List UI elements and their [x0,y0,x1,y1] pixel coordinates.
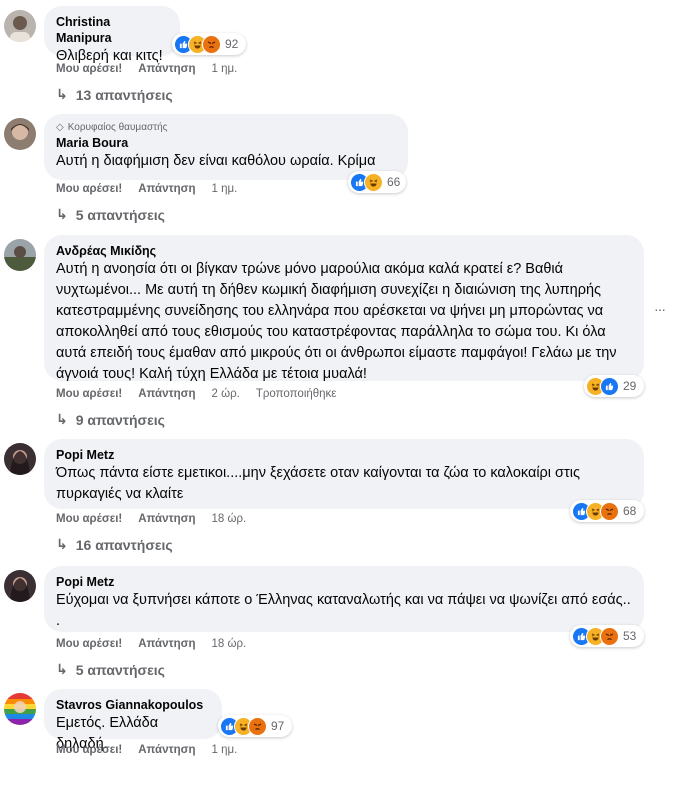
comment-bubble: Ανδρέας Μικίδης Αυτή η ανοησία ότι οι βί… [44,235,644,382]
comment-author[interactable]: Popi Metz [56,574,632,590]
like-button[interactable]: Μου αρέσει! [56,63,122,75]
replies-count: 5 απαντήσεις [75,661,165,678]
reaction-count: 68 [623,504,637,518]
reply-arrow-icon: ↳ [56,411,68,427]
avatar[interactable] [4,443,36,475]
comment-author[interactable]: Maria Boura [56,135,396,151]
reaction-count: 29 [623,379,637,393]
comment-author[interactable]: Stavros Giannakopoulos [56,697,210,713]
view-replies-link[interactable]: ↳ 9 απαντήσεις [56,411,165,428]
avatar[interactable] [4,693,36,725]
comment-actions: Μου αρέσει! Απάντηση 18 ώρ. [56,513,262,525]
reaction-count: 66 [387,175,401,189]
avatar[interactable] [4,118,36,150]
edited-label[interactable]: Τροποποιήθηκε [256,388,337,400]
top-fan-badge: ◇ Κορυφαίος θαυμαστής [56,122,396,133]
comment-author[interactable]: Christina Manipura [56,14,168,46]
comment-text: Αυτή η ανοησία ότι οι βίγκαν τρώνε μόνο … [56,261,617,382]
reply-arrow-icon: ↳ [56,661,68,677]
replies-count: 13 απαντήσεις [75,86,173,103]
replies-count: 16 απαντήσεις [75,536,173,553]
reaction-count: 97 [271,719,285,733]
reply-button[interactable]: Απάντηση [138,388,195,400]
timestamp[interactable]: 18 ώρ. [212,513,247,525]
like-button[interactable]: Μου αρέσει! [56,638,122,650]
reply-button[interactable]: Απάντηση [138,513,195,525]
comment-bubble: Popi Metz Εύχομαι να ξυπνήσει κάποτε ο Έ… [44,566,644,632]
angry-icon [202,34,221,54]
comment-actions: Μου αρέσει! Απάντηση 1 ημ. [56,63,253,75]
like-button[interactable]: Μου αρέσει! [56,388,122,400]
like-button[interactable]: Μου αρέσει! [56,744,122,756]
reply-button[interactable]: Απάντηση [138,638,195,650]
reply-arrow-icon: ↳ [56,206,68,222]
timestamp[interactable]: 2 ώρ. [212,388,240,400]
comment-bubble: Christina Manipura Θλιβερή και κιτς! [44,6,180,64]
reactions-summary[interactable]: 66 [348,171,406,193]
reactions-summary[interactable]: 97 [218,715,292,737]
comment-author[interactable]: Popi Metz [56,447,632,463]
comment-bubble: Stavros Giannakopoulos Εμετός. Ελλάδα δη… [44,689,222,752]
comment-text: Εύχομαι να ξυπνήσει κάποτε ο Έλληνας κατ… [56,592,631,629]
reply-arrow-icon: ↳ [56,86,68,102]
comment-actions: Μου αρέσει! Απάντηση 18 ώρ. [56,638,262,650]
comment-actions: Μου αρέσει! Απάντηση 2 ώρ. Τροποποιήθηκε [56,388,352,400]
reactions-summary[interactable]: 29 [584,375,644,397]
comment-actions: Μου αρέσει! Απάντηση 1 ημ. [56,744,253,756]
comment-text: Όπως πάντα είστε εμετικοι....μην ξεχάσετ… [56,465,580,502]
angry-icon [248,716,267,736]
comment-bubble: ◇ Κορυφαίος θαυμαστής Maria Boura Αυτή η… [44,114,408,180]
comment-author[interactable]: Ανδρέας Μικίδης [56,243,632,259]
view-replies-link[interactable]: ↳ 5 απαντήσεις [56,206,165,223]
diamond-icon: ◇ [56,122,64,133]
like-button[interactable]: Μου αρέσει! [56,513,122,525]
reply-button[interactable]: Απάντηση [138,183,195,195]
reactions-summary[interactable]: 53 [570,625,644,647]
reactions-summary[interactable]: 92 [172,33,246,55]
replies-count: 9 απαντήσεις [75,411,165,428]
view-replies-link[interactable]: ↳ 5 απαντήσεις [56,661,165,678]
reactions-summary[interactable]: 68 [570,500,644,522]
comment-actions: Μου αρέσει! Απάντηση 1 ημ. [56,183,253,195]
comment-text: Αυτή η διαφήμιση δεν είναι καθόλου ωραία… [56,153,376,169]
view-replies-link[interactable]: ↳ 16 απαντήσεις [56,536,173,553]
reaction-count: 92 [225,37,239,51]
reaction-count: 53 [623,629,637,643]
comment-bubble: Popi Metz Όπως πάντα είστε εμετικοι....μ… [44,439,644,509]
reply-button[interactable]: Απάντηση [138,744,195,756]
like-button[interactable]: Μου αρέσει! [56,183,122,195]
angry-icon [600,501,619,521]
more-options-icon[interactable]: ··· [654,301,666,317]
like-icon [600,376,619,396]
badge-label: Κορυφαίος θαυμαστής [67,122,168,133]
view-replies-link[interactable]: ↳ 13 απαντήσεις [56,86,173,103]
avatar[interactable] [4,10,36,42]
timestamp[interactable]: 1 ημ. [212,63,238,75]
timestamp[interactable]: 1 ημ. [212,183,238,195]
reply-arrow-icon: ↳ [56,536,68,552]
angry-icon [600,626,619,646]
timestamp[interactable]: 1 ημ. [212,744,238,756]
avatar[interactable] [4,570,36,602]
reply-button[interactable]: Απάντηση [138,63,195,75]
avatar[interactable] [4,239,36,271]
timestamp[interactable]: 18 ώρ. [212,638,247,650]
replies-count: 5 απαντήσεις [75,206,165,223]
haha-icon [364,172,383,192]
